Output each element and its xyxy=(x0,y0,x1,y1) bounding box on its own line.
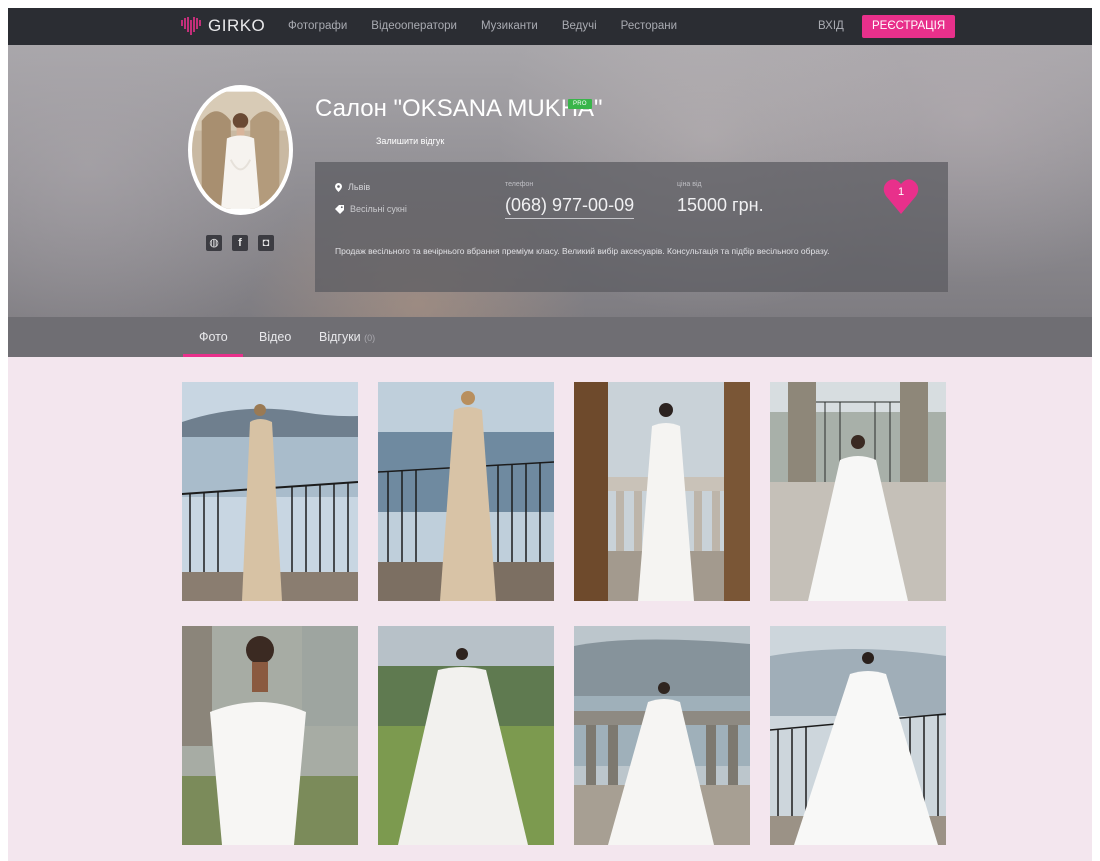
logo-heart-icon xyxy=(181,17,201,35)
price-label: ціна від xyxy=(677,181,702,188)
avatar xyxy=(188,85,293,215)
location: Львів xyxy=(335,182,370,192)
description: Продаж весільного та вечірнього вбрання … xyxy=(335,246,830,256)
phone-label: телефон xyxy=(505,181,534,188)
gallery-photo-3[interactable] xyxy=(574,382,750,601)
pro-badge: PRO xyxy=(568,99,592,109)
top-navigation: GIRKO Фотографи Відеооператори Музиканти… xyxy=(8,8,1092,45)
nav-link-musicians[interactable]: Музиканти xyxy=(481,20,538,32)
tab-photos[interactable]: Фото xyxy=(199,330,228,344)
social-links: ◍ f ◘ xyxy=(206,235,274,251)
gallery-photo-1[interactable] xyxy=(182,382,358,601)
like-count: 1 xyxy=(897,186,905,198)
tab-reviews-label: Відгуки xyxy=(319,330,361,344)
facebook-icon[interactable]: f xyxy=(232,235,248,251)
tab-reviews-count: (0) xyxy=(364,333,376,343)
nav-link-photographers[interactable]: Фотографи xyxy=(288,20,347,32)
info-box: Львів Весільні сукні телефон (068) 977-0… xyxy=(315,162,948,292)
instagram-icon[interactable]: ◘ xyxy=(258,235,274,251)
location-pin-icon xyxy=(335,182,342,192)
leave-review-link[interactable]: Залишити відгук xyxy=(376,136,444,146)
profile-hero: ◍ f ◘ Салон "OKSANA MUKHA" PRO Залишити … xyxy=(8,45,1092,325)
gallery-photo-2[interactable] xyxy=(378,382,554,601)
login-link[interactable]: ВХІД xyxy=(818,20,844,32)
tab-bar: Фото Відео Відгуки (0) xyxy=(8,317,1092,357)
gallery-photo-8[interactable] xyxy=(770,626,946,845)
avatar-photo xyxy=(192,91,289,209)
location-text: Львів xyxy=(348,182,371,192)
gallery-photo-5[interactable] xyxy=(182,626,358,845)
page-frame: GIRKO Фотографи Відеооператори Музиканти… xyxy=(8,8,1092,861)
tab-reviews[interactable]: Відгуки (0) xyxy=(319,330,375,344)
nav-link-hosts[interactable]: Ведучі xyxy=(562,20,597,32)
logo[interactable]: GIRKO xyxy=(180,16,265,36)
like-button[interactable]: 1 xyxy=(883,176,919,216)
gallery-photo-7[interactable] xyxy=(574,626,750,845)
active-tab-indicator xyxy=(183,354,243,357)
price-value: 15000 грн. xyxy=(677,195,764,215)
salon-title: Салон "OKSANA MUKHA" xyxy=(315,95,603,122)
nav-link-restaurants[interactable]: Ресторани xyxy=(621,20,677,32)
register-button[interactable]: РЕЄСТРАЦІЯ xyxy=(862,15,956,38)
logo-text: GIRKO xyxy=(208,16,266,35)
gallery-photo-6[interactable] xyxy=(378,626,554,845)
tab-videos[interactable]: Відео xyxy=(259,330,291,344)
tag-icon xyxy=(335,204,344,214)
category: Весільні сукні xyxy=(335,204,407,214)
phone-number[interactable]: (068) 977-00-09 xyxy=(505,195,635,219)
gallery-photo-4[interactable] xyxy=(770,382,946,601)
category-text[interactable]: Весільні сукні xyxy=(350,204,407,214)
nav-link-videographers[interactable]: Відеооператори xyxy=(371,20,457,32)
nav-links: Фотографи Відеооператори Музиканти Ведуч… xyxy=(288,20,701,32)
website-icon[interactable]: ◍ xyxy=(206,235,222,251)
